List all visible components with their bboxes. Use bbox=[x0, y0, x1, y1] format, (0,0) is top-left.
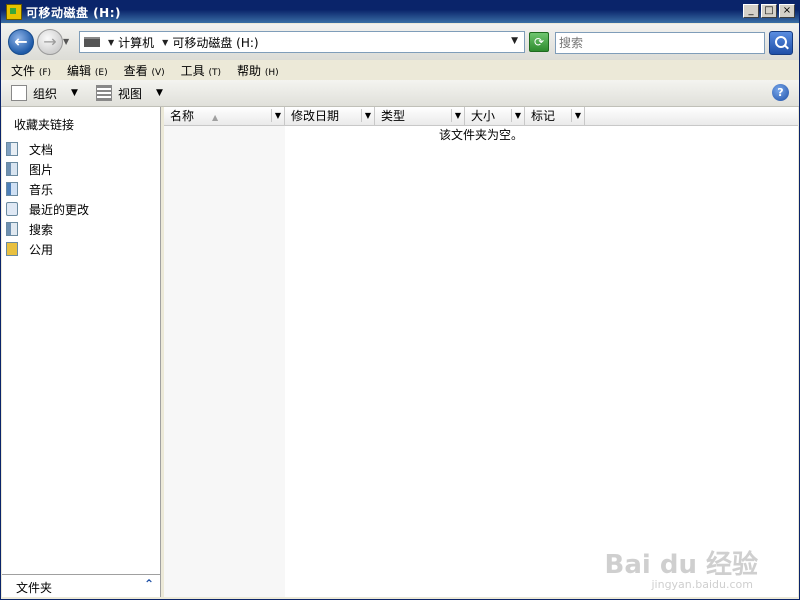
breadcrumb-computer[interactable]: 计算机 bbox=[118, 34, 154, 51]
nav-item-label: 公用 bbox=[29, 242, 54, 257]
sort-ascending-icon: ▲ bbox=[212, 113, 219, 122]
column-label: 名称 bbox=[170, 109, 195, 123]
sorted-column-highlight bbox=[164, 126, 285, 597]
empty-folder-message: 该文件夹为空。 bbox=[438, 128, 523, 142]
organize-button[interactable]: 组织 ▼ bbox=[11, 82, 78, 104]
nav-item-recent-changes[interactable]: 最近的更改 bbox=[6, 199, 89, 219]
baidu-watermark-url: jingyan.baidu.com bbox=[651, 578, 753, 591]
address-bar[interactable]: ▼ 计算机 ▼ 可移动磁盘 (H:) ▼ bbox=[79, 31, 525, 53]
breadcrumb-arrow-icon[interactable]: ▼ bbox=[108, 38, 114, 47]
breadcrumb-current-drive[interactable]: 可移动磁盘 (H:) bbox=[172, 34, 258, 51]
column-filter-dropdown-icon[interactable]: ▼ bbox=[451, 109, 464, 122]
chevron-down-icon: ▼ bbox=[71, 88, 78, 98]
menu-edit[interactable]: 编辑 (E) bbox=[67, 62, 108, 79]
folders-toggle[interactable]: 文件夹 ⌃ bbox=[2, 574, 160, 597]
column-label: 修改日期 bbox=[291, 109, 340, 123]
address-dropdown-icon[interactable]: ▼ bbox=[511, 36, 518, 46]
column-filter-dropdown-icon[interactable]: ▼ bbox=[511, 109, 524, 122]
breadcrumb-arrow-icon[interactable]: ▼ bbox=[162, 38, 168, 47]
column-header-tags[interactable]: 标记 ▼ bbox=[525, 107, 585, 125]
column-header-type[interactable]: 类型 ▼ bbox=[375, 107, 465, 125]
close-button[interactable]: × bbox=[779, 4, 795, 18]
back-button[interactable]: ← bbox=[8, 29, 34, 55]
organize-label: 组织 bbox=[33, 86, 58, 101]
title-bar[interactable]: 可移动磁盘 (H:) _ □ × bbox=[1, 1, 799, 23]
favorite-links-list: 文档 图片 音乐 最近的更改 搜索 公用 bbox=[6, 139, 89, 259]
refresh-button[interactable]: ⟳ bbox=[529, 32, 549, 52]
chevron-up-icon[interactable]: ⌃ bbox=[144, 577, 154, 591]
drive-folder-icon bbox=[6, 4, 22, 20]
window-title: 可移动磁盘 (H:) bbox=[26, 5, 121, 20]
views-button[interactable]: 视图 ▼ bbox=[95, 82, 163, 104]
menu-help[interactable]: 帮助 (H) bbox=[237, 62, 279, 79]
recent-changes-icon bbox=[6, 202, 18, 216]
column-label: 标记 bbox=[531, 109, 556, 123]
pictures-icon bbox=[6, 162, 18, 176]
menu-tools[interactable]: 工具 (T) bbox=[181, 62, 221, 79]
music-icon bbox=[6, 182, 18, 196]
nav-item-label: 文档 bbox=[29, 142, 54, 157]
minimize-button[interactable]: _ bbox=[743, 4, 759, 18]
column-filter-dropdown-icon[interactable]: ▼ bbox=[571, 109, 584, 122]
history-dropdown-icon[interactable]: ▼ bbox=[63, 37, 69, 46]
menu-file[interactable]: 文件 (F) bbox=[11, 62, 51, 79]
command-bar: 组织 ▼ 视图 ▼ ? bbox=[1, 80, 799, 107]
explorer-window: 可移动磁盘 (H:) _ □ × ← → ▼ ▼ 计算机 ▼ 可移动磁盘 (H:… bbox=[0, 0, 800, 600]
nav-item-public[interactable]: 公用 bbox=[6, 239, 89, 259]
address-toolbar: ← → ▼ ▼ 计算机 ▼ 可移动磁盘 (H:) ▼ ⟳ bbox=[1, 24, 799, 61]
column-filter-dropdown-icon[interactable]: ▼ bbox=[271, 109, 284, 122]
menu-view[interactable]: 查看 (V) bbox=[124, 62, 165, 79]
organize-icon bbox=[11, 85, 27, 101]
nav-item-label: 音乐 bbox=[29, 182, 54, 197]
public-folder-icon bbox=[6, 242, 18, 256]
column-label: 大小 bbox=[471, 109, 496, 123]
nav-item-label: 最近的更改 bbox=[29, 202, 90, 217]
nav-item-music[interactable]: 音乐 bbox=[6, 179, 89, 199]
nav-item-pictures[interactable]: 图片 bbox=[6, 159, 89, 179]
views-icon bbox=[95, 85, 112, 101]
views-label: 视图 bbox=[117, 86, 142, 101]
column-filter-dropdown-icon[interactable]: ▼ bbox=[361, 109, 374, 122]
column-label: 类型 bbox=[381, 109, 406, 123]
chevron-down-icon: ▼ bbox=[155, 88, 163, 98]
help-icon[interactable]: ? bbox=[772, 84, 789, 101]
search-input[interactable] bbox=[555, 32, 765, 54]
maximize-button[interactable]: □ bbox=[761, 4, 777, 18]
nav-item-searches[interactable]: 搜索 bbox=[6, 219, 89, 239]
nav-item-documents[interactable]: 文档 bbox=[6, 139, 89, 159]
column-header-name[interactable]: 名称 ▲ ▼ bbox=[164, 107, 285, 125]
forward-button[interactable]: → bbox=[37, 29, 63, 55]
documents-icon bbox=[6, 142, 18, 156]
file-list-pane[interactable]: 名称 ▲ ▼ 修改日期 ▼ 类型 ▼ 大小 ▼ 标记 ▼ 该文件夹为空。 Bai … bbox=[164, 107, 798, 597]
drive-icon bbox=[84, 37, 100, 47]
baidu-watermark: Bai du 经验 bbox=[604, 550, 759, 580]
searches-icon bbox=[6, 222, 18, 236]
nav-item-label: 搜索 bbox=[29, 222, 54, 237]
search-button[interactable] bbox=[769, 31, 793, 55]
column-header-size[interactable]: 大小 ▼ bbox=[465, 107, 525, 125]
column-header-row: 名称 ▲ ▼ 修改日期 ▼ 类型 ▼ 大小 ▼ 标记 ▼ bbox=[164, 107, 798, 126]
column-header-date-modified[interactable]: 修改日期 ▼ bbox=[285, 107, 375, 125]
nav-item-label: 图片 bbox=[29, 162, 54, 177]
favorite-links-title: 收藏夹链接 bbox=[14, 118, 75, 132]
menu-bar: 文件 (F) 编辑 (E) 查看 (V) 工具 (T) 帮助 (H) bbox=[1, 60, 799, 80]
navigation-pane: 收藏夹链接 文档 图片 音乐 最近的更改 搜索 公用 文件夹 ⌃ bbox=[2, 107, 161, 597]
folders-label: 文件夹 bbox=[16, 581, 53, 595]
